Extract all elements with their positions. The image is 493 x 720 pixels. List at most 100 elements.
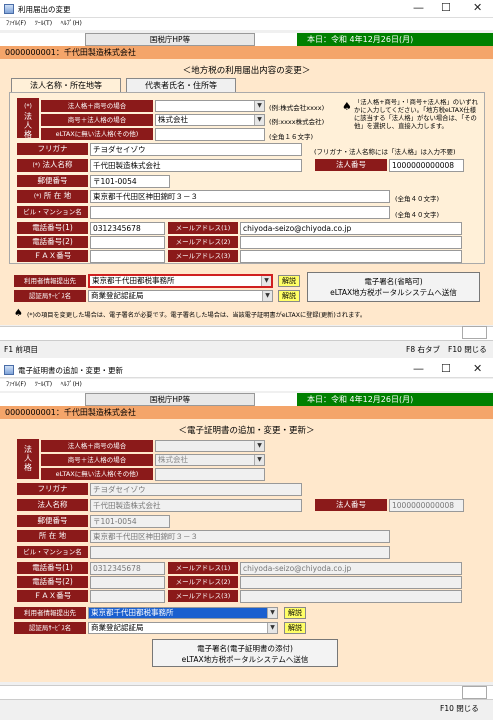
status-bar <box>0 685 493 700</box>
corp-name-input: 千代田製造株式会社 <box>90 499 302 512</box>
eltax-other-note: (全角１６文字) <box>269 133 314 141</box>
submit-office-select[interactable]: 東京都千代田都税事務所 ▼ <box>88 274 273 288</box>
shogo-kaku-select[interactable]: 株式会社 ▼ <box>155 114 265 126</box>
close-icon[interactable]: ✕ <box>473 362 482 375</box>
kaku-shogo-note: (例:株式会社xxxx) <box>269 104 325 112</box>
corp-kind-label: (*) 法人格 <box>17 98 39 139</box>
window-certificate-update: 電子証明書の追加・変更・更新 — ☐ ✕ ﾌｧｲﾙ(F) ﾂｰﾙ(T) ﾍﾙﾌﾟ… <box>0 362 493 720</box>
furigana-input[interactable]: チヨダセイゾウ <box>90 143 302 156</box>
f1-button[interactable]: F1 前項目 <box>4 343 38 357</box>
chevron-down-icon[interactable]: ▼ <box>267 623 277 633</box>
address-label: (*) 所 在 地 <box>17 190 88 203</box>
chevron-down-icon[interactable]: ▼ <box>267 608 277 618</box>
tab-corp-name-address[interactable]: 法人名称・所在地等 <box>11 78 121 92</box>
minimize-icon[interactable]: — <box>413 362 424 375</box>
auth-service-select[interactable]: 商業登記認証局 ▼ <box>88 622 278 634</box>
minimize-icon[interactable]: — <box>413 1 424 14</box>
mail3-label: メールアドレス(3) <box>168 250 238 262</box>
top-bar: 国税庁HP等 本日：令和 4年12月26日(月) <box>0 393 493 406</box>
mail3-input <box>240 590 462 603</box>
tab-representative[interactable]: 代表者氏名・住所等 <box>126 78 236 92</box>
furigana-label: フリガナ <box>17 143 88 155</box>
kaku-shogo-select: ▼ <box>155 440 265 452</box>
menu-file[interactable]: ﾌｧｲﾙ(F) <box>6 18 26 27</box>
menu-help[interactable]: ﾍﾙﾌﾟ(H) <box>61 18 82 27</box>
kaisetsu-button[interactable]: 解説 <box>278 275 300 287</box>
building-note: (全角４０文字) <box>395 211 440 219</box>
maximize-icon[interactable]: ☐ <box>441 362 451 375</box>
submit-office-label: 利用者情報提出先 <box>14 607 86 619</box>
address-note: (全角４０文字) <box>395 195 440 203</box>
menu-bar: ﾌｧｲﾙ(F) ﾂｰﾙ(T) ﾍﾙﾌﾟ(H) <box>0 18 493 30</box>
fax-label: ＦＡＸ番号 <box>17 250 88 262</box>
nta-hp-button[interactable]: 国税庁HP等 <box>85 393 255 406</box>
chevron-down-icon[interactable]: ▼ <box>254 115 264 125</box>
spade-icon: ♠ <box>14 308 23 319</box>
required-mark: (*) <box>24 103 32 110</box>
eltax-other-label: eLTAXに無い法人格(その他) <box>41 468 153 480</box>
page-heading: ＜電子証明書の追加・変更・更新＞ <box>178 426 315 436</box>
f10-button[interactable]: F10 閉じる <box>448 343 487 357</box>
mail1-label: メールアドレス(1) <box>168 222 238 234</box>
address-input[interactable]: 東京都千代田区神田錦町３－３ <box>90 190 390 203</box>
shogo-kaku-select: 株式会社 ▼ <box>155 454 265 466</box>
status-box <box>462 686 487 699</box>
auth-service-value: 商業登記認証局 <box>91 291 144 300</box>
furigana-label: フリガナ <box>17 483 88 495</box>
window-change-registration: 利用届出の変更 — ☐ ✕ ﾌｧｲﾙ(F) ﾂｰﾙ(T) ﾍﾙﾌﾟ(H) 国税庁… <box>0 0 493 358</box>
mail1-input[interactable]: chiyoda-seizo@chiyoda.co.jp <box>240 222 462 235</box>
status-bar <box>0 326 493 341</box>
eltax-other-label: eLTAXに無い法人格(その他) <box>41 128 153 140</box>
maximize-icon[interactable]: ☐ <box>441 1 451 14</box>
chevron-down-icon[interactable]: ▼ <box>254 101 264 111</box>
app-icon <box>4 365 14 375</box>
fax-input[interactable] <box>90 250 165 263</box>
sign-submit-button[interactable]: 電子署名(省略可) eLTAX地方税ポータルシステムへ送信 <box>307 272 480 302</box>
corp-name-label-text: 法人名称 <box>42 160 73 169</box>
menu-bar: ﾌｧｲﾙ(F) ﾂｰﾙ(T) ﾍﾙﾌﾟ(H) <box>0 379 493 391</box>
submit-office-select[interactable]: 東京都千代田都税事務所 ▼ <box>88 607 278 619</box>
window-title: 利用届出の変更 <box>18 5 71 14</box>
menu-tools[interactable]: ﾂｰﾙ(T) <box>35 379 52 388</box>
shogo-kaku-value: 株式会社 <box>158 115 188 124</box>
auth-service-select[interactable]: 商業登記認証局 ▼ <box>88 290 273 302</box>
tel1-input[interactable]: 0312345678 <box>90 222 165 235</box>
kaisetsu-button[interactable]: 解説 <box>284 607 306 619</box>
f8-button[interactable]: F8 右タブ <box>406 343 440 357</box>
tel2-input[interactable] <box>90 236 165 249</box>
kaku-shogo-select[interactable]: ▼ <box>155 100 265 112</box>
nta-hp-button[interactable]: 国税庁HP等 <box>85 33 255 46</box>
org-bar: 0000000001：千代田製造株式会社 <box>0 406 493 419</box>
mail3-input[interactable] <box>240 250 462 263</box>
shogo-kaku-note: (例:xxxx株式会社) <box>269 118 325 126</box>
tel2-label: 電話番号(2) <box>17 576 88 588</box>
corp-number-input[interactable]: 1000000000008 <box>389 159 464 172</box>
zip-label: 郵便番号 <box>17 175 88 187</box>
f10-button[interactable]: F10 閉じる <box>440 702 479 716</box>
mail2-input[interactable] <box>240 236 462 249</box>
eltax-other-input[interactable] <box>155 128 265 141</box>
menu-help[interactable]: ﾍﾙﾌﾟ(H) <box>61 379 82 388</box>
today-date: 本日：令和 4年12月26日(月) <box>297 393 493 406</box>
address-label: 所 在 地 <box>17 530 88 542</box>
chevron-down-icon[interactable]: ▼ <box>261 276 271 286</box>
address-label-text: 所 在 地 <box>43 191 72 200</box>
window-title: 電子証明書の追加・変更・更新 <box>18 366 123 375</box>
chevron-down-icon[interactable]: ▼ <box>262 291 272 301</box>
menu-tools[interactable]: ﾂｰﾙ(T) <box>35 18 52 27</box>
close-icon[interactable]: ✕ <box>473 1 482 14</box>
top-bar: 国税庁HP等 本日：令和 4年12月26日(月) <box>0 33 493 46</box>
required-mark: (*) <box>33 193 42 200</box>
zip-input[interactable]: 〒101-0054 <box>90 175 170 188</box>
corp-number-input: 1000000000008 <box>389 499 464 512</box>
mail2-input <box>240 576 462 589</box>
zip-label: 郵便番号 <box>17 515 88 527</box>
corp-name-input[interactable]: 千代田製造株式会社 <box>90 159 302 172</box>
building-input[interactable] <box>90 206 390 219</box>
menu-file[interactable]: ﾌｧｲﾙ(F) <box>6 379 26 388</box>
today-date: 本日：令和 4年12月26日(月) <box>297 33 493 46</box>
form-panel: ＜電子証明書の追加・変更・更新＞ 法人格 法人格＋商号の場合 ▼ 商号＋法人格の… <box>0 419 493 682</box>
kaisetsu-button[interactable]: 解説 <box>278 290 300 302</box>
kaisetsu-button[interactable]: 解説 <box>284 622 306 634</box>
sign-submit-button[interactable]: 電子署名(電子証明書の添付) eLTAX地方税ポータルシステムへ送信 <box>152 639 338 667</box>
